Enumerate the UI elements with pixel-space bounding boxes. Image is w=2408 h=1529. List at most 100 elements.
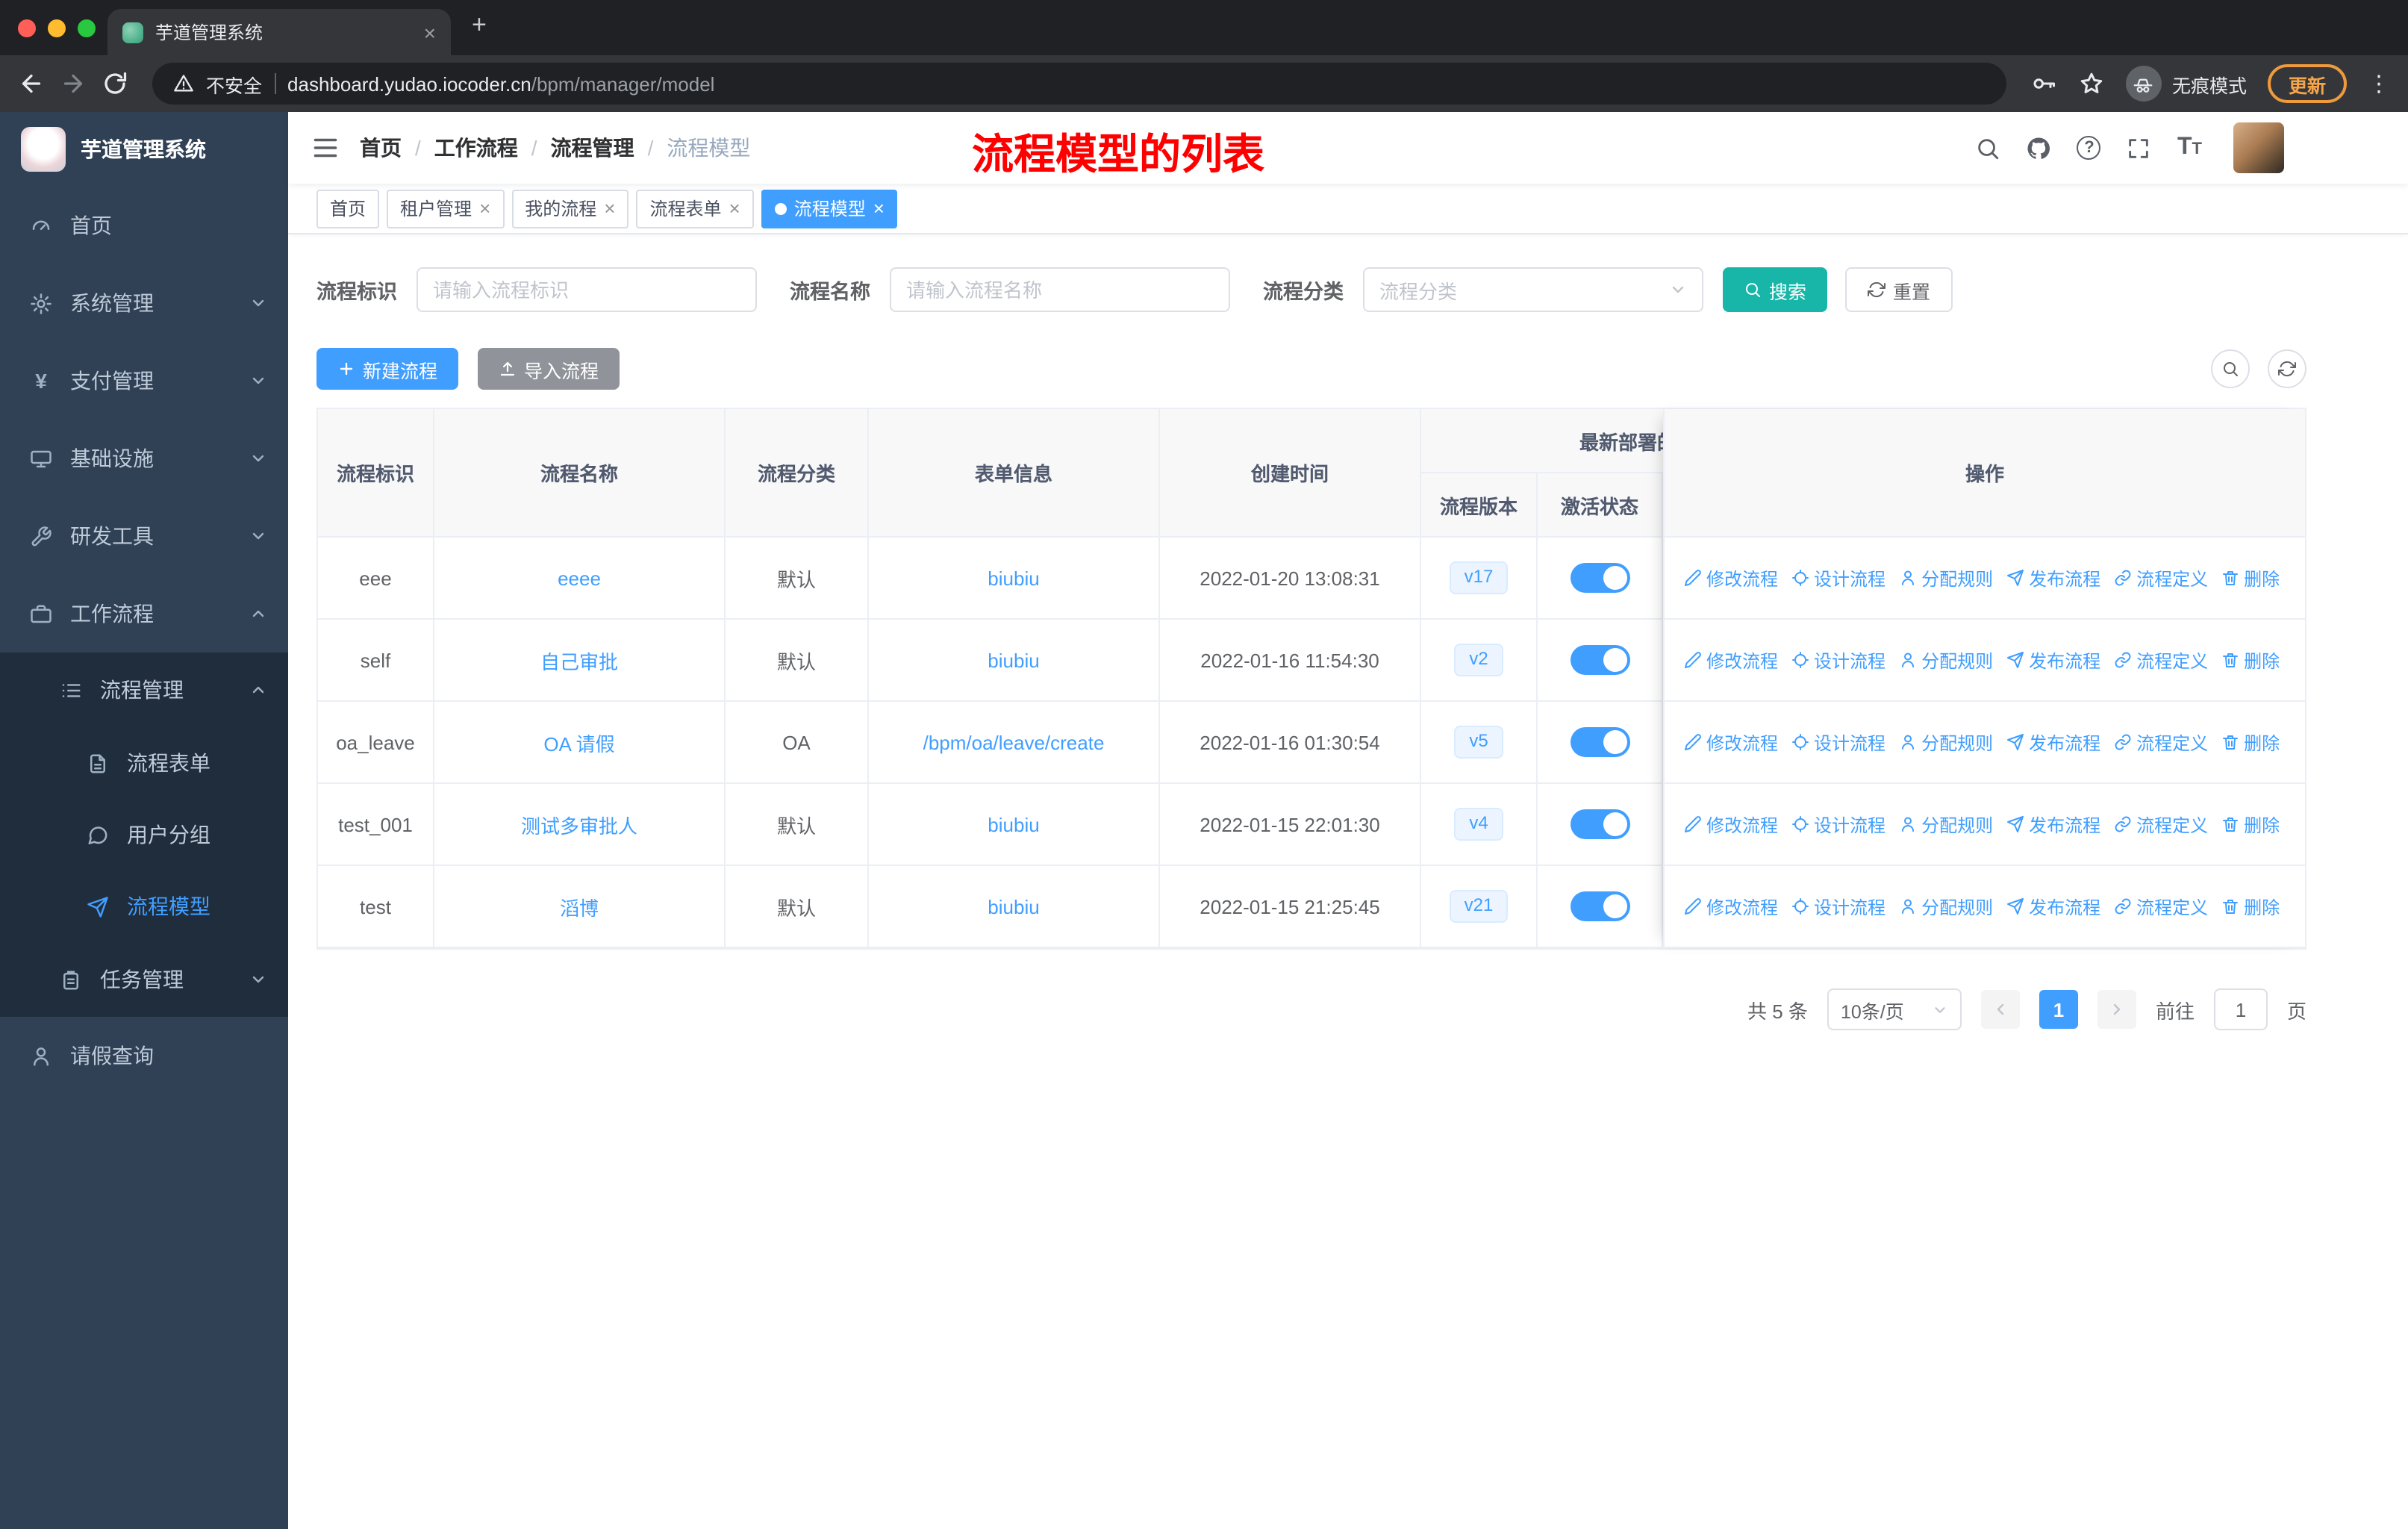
font-size-icon[interactable]: TT: [2177, 135, 2202, 160]
sidebar-item-process-model[interactable]: 流程模型: [0, 871, 288, 942]
new-tab-button[interactable]: +: [472, 10, 487, 40]
process-name-link[interactable]: 滔博: [560, 892, 599, 921]
sidebar-item-system[interactable]: 系统管理: [0, 264, 288, 342]
action-design-link[interactable]: 设计流程: [1791, 894, 1885, 919]
process-name-link[interactable]: 自己审批: [540, 646, 618, 674]
sidebar-item-payment[interactable]: ¥ 支付管理: [0, 342, 288, 420]
breadcrumb-process-mgmt[interactable]: 流程管理: [551, 133, 634, 163]
browser-update-button[interactable]: 更新: [2267, 64, 2347, 103]
sidebar-item-process-form[interactable]: 流程表单: [0, 727, 288, 799]
form-info-link[interactable]: biubiu: [988, 567, 1039, 589]
action-link-link[interactable]: 流程定义: [2114, 894, 2208, 919]
url-bar[interactable]: 不安全 dashboard.yudao.iocoder.cn/bpm/manag…: [152, 63, 2006, 105]
tag-tenant-mgmt[interactable]: 租户管理 ×: [387, 189, 505, 228]
forward-icon[interactable]: [60, 70, 87, 97]
breadcrumb-home[interactable]: 首页: [360, 133, 402, 163]
fullscreen-icon[interactable]: [2127, 135, 2152, 161]
back-icon[interactable]: [18, 70, 45, 97]
tag-process-form[interactable]: 流程表单 ×: [636, 189, 754, 228]
help-icon[interactable]: ?: [2077, 136, 2101, 160]
action-send-link[interactable]: 发布流程: [2006, 729, 2100, 755]
action-design-link[interactable]: 设计流程: [1791, 565, 1885, 591]
hide-search-button[interactable]: [2211, 349, 2250, 388]
action-design-link[interactable]: 设计流程: [1791, 812, 1885, 837]
process-name-input[interactable]: [890, 267, 1230, 312]
active-toggle[interactable]: [1570, 563, 1629, 593]
refresh-table-button[interactable]: [2268, 349, 2306, 388]
action-link-link[interactable]: 流程定义: [2114, 565, 2208, 591]
process-name-link[interactable]: eeee: [558, 567, 601, 589]
sidebar-item-leave-query[interactable]: 请假查询: [0, 1017, 288, 1094]
action-edit-link[interactable]: 修改流程: [1684, 894, 1778, 919]
goto-page-input[interactable]: [2213, 988, 2268, 1030]
next-page-button[interactable]: [2097, 990, 2136, 1029]
incognito-indicator[interactable]: 无痕模式: [2125, 66, 2247, 102]
action-send-link[interactable]: 发布流程: [2006, 647, 2100, 673]
form-info-link[interactable]: /bpm/oa/leave/create: [923, 731, 1105, 753]
browser-tab[interactable]: 芋道管理系统 ×: [107, 9, 451, 55]
search-button[interactable]: 搜索: [1723, 267, 1828, 312]
action-send-link[interactable]: 发布流程: [2006, 894, 2100, 919]
browser-menu-icon[interactable]: ⋮: [2368, 70, 2390, 97]
process-name-link[interactable]: 测试多审批人: [521, 810, 637, 838]
tab-close-icon[interactable]: ×: [424, 22, 436, 43]
action-user-link[interactable]: 分配规则: [1899, 647, 1993, 673]
action-edit-link[interactable]: 修改流程: [1684, 647, 1778, 673]
action-link-link[interactable]: 流程定义: [2114, 729, 2208, 755]
action-design-link[interactable]: 设计流程: [1791, 647, 1885, 673]
action-trash-link[interactable]: 删除: [2221, 729, 2280, 755]
reload-icon[interactable]: [102, 70, 128, 97]
sidebar-item-infra[interactable]: 基础设施: [0, 420, 288, 497]
window-minimize-button[interactable]: [48, 19, 66, 37]
reset-button[interactable]: 重置: [1845, 267, 1953, 312]
user-avatar[interactable]: [2233, 122, 2284, 173]
tag-close-icon[interactable]: ×: [873, 199, 885, 218]
form-info-link[interactable]: biubiu: [988, 649, 1039, 671]
window-close-button[interactable]: [18, 19, 36, 37]
github-icon[interactable]: [2027, 135, 2052, 161]
action-user-link[interactable]: 分配规则: [1899, 565, 1993, 591]
action-edit-link[interactable]: 修改流程: [1684, 729, 1778, 755]
page-size-select[interactable]: 10条/页: [1827, 988, 1962, 1030]
search-icon[interactable]: [1976, 135, 2001, 161]
tag-close-icon[interactable]: ×: [479, 199, 490, 218]
action-design-link[interactable]: 设计流程: [1791, 729, 1885, 755]
category-select[interactable]: 流程分类: [1363, 267, 1703, 312]
active-toggle[interactable]: [1570, 645, 1629, 675]
action-trash-link[interactable]: 删除: [2221, 565, 2280, 591]
sidebar-item-workflow[interactable]: 工作流程: [0, 575, 288, 653]
sidebar-item-task-mgmt[interactable]: 任务管理: [0, 942, 288, 1017]
tag-home[interactable]: 首页: [316, 189, 380, 228]
action-edit-link[interactable]: 修改流程: [1684, 812, 1778, 837]
process-name-link[interactable]: OA 请假: [543, 728, 614, 756]
sidebar-item-devtools[interactable]: 研发工具: [0, 497, 288, 575]
sidebar-item-user-group[interactable]: 用户分组: [0, 799, 288, 871]
form-info-link[interactable]: biubiu: [988, 895, 1039, 918]
page-number-button[interactable]: 1: [2039, 990, 2078, 1029]
hamburger-icon[interactable]: [312, 134, 339, 161]
sidebar-item-home[interactable]: 首页: [0, 187, 288, 264]
password-key-icon[interactable]: [2030, 70, 2057, 97]
active-toggle[interactable]: [1570, 809, 1629, 839]
prev-page-button[interactable]: [1980, 990, 2020, 1029]
sidebar-item-process-mgmt[interactable]: 流程管理: [0, 653, 288, 727]
active-toggle[interactable]: [1570, 727, 1629, 757]
create-process-button[interactable]: 新建流程: [316, 348, 459, 390]
action-send-link[interactable]: 发布流程: [2006, 812, 2100, 837]
active-toggle[interactable]: [1570, 891, 1629, 921]
action-edit-link[interactable]: 修改流程: [1684, 565, 1778, 591]
action-trash-link[interactable]: 删除: [2221, 647, 2280, 673]
action-send-link[interactable]: 发布流程: [2006, 565, 2100, 591]
action-user-link[interactable]: 分配规则: [1899, 812, 1993, 837]
window-zoom-button[interactable]: [78, 19, 96, 37]
action-trash-link[interactable]: 删除: [2221, 894, 2280, 919]
bookmark-star-icon[interactable]: [2078, 70, 2105, 97]
app-logo[interactable]: 芋道管理系统: [0, 112, 288, 187]
form-info-link[interactable]: biubiu: [988, 813, 1039, 835]
tag-close-icon[interactable]: ×: [604, 199, 615, 218]
action-link-link[interactable]: 流程定义: [2114, 812, 2208, 837]
breadcrumb-workflow[interactable]: 工作流程: [434, 133, 518, 163]
action-user-link[interactable]: 分配规则: [1899, 729, 1993, 755]
action-link-link[interactable]: 流程定义: [2114, 647, 2208, 673]
tag-close-icon[interactable]: ×: [729, 199, 740, 218]
